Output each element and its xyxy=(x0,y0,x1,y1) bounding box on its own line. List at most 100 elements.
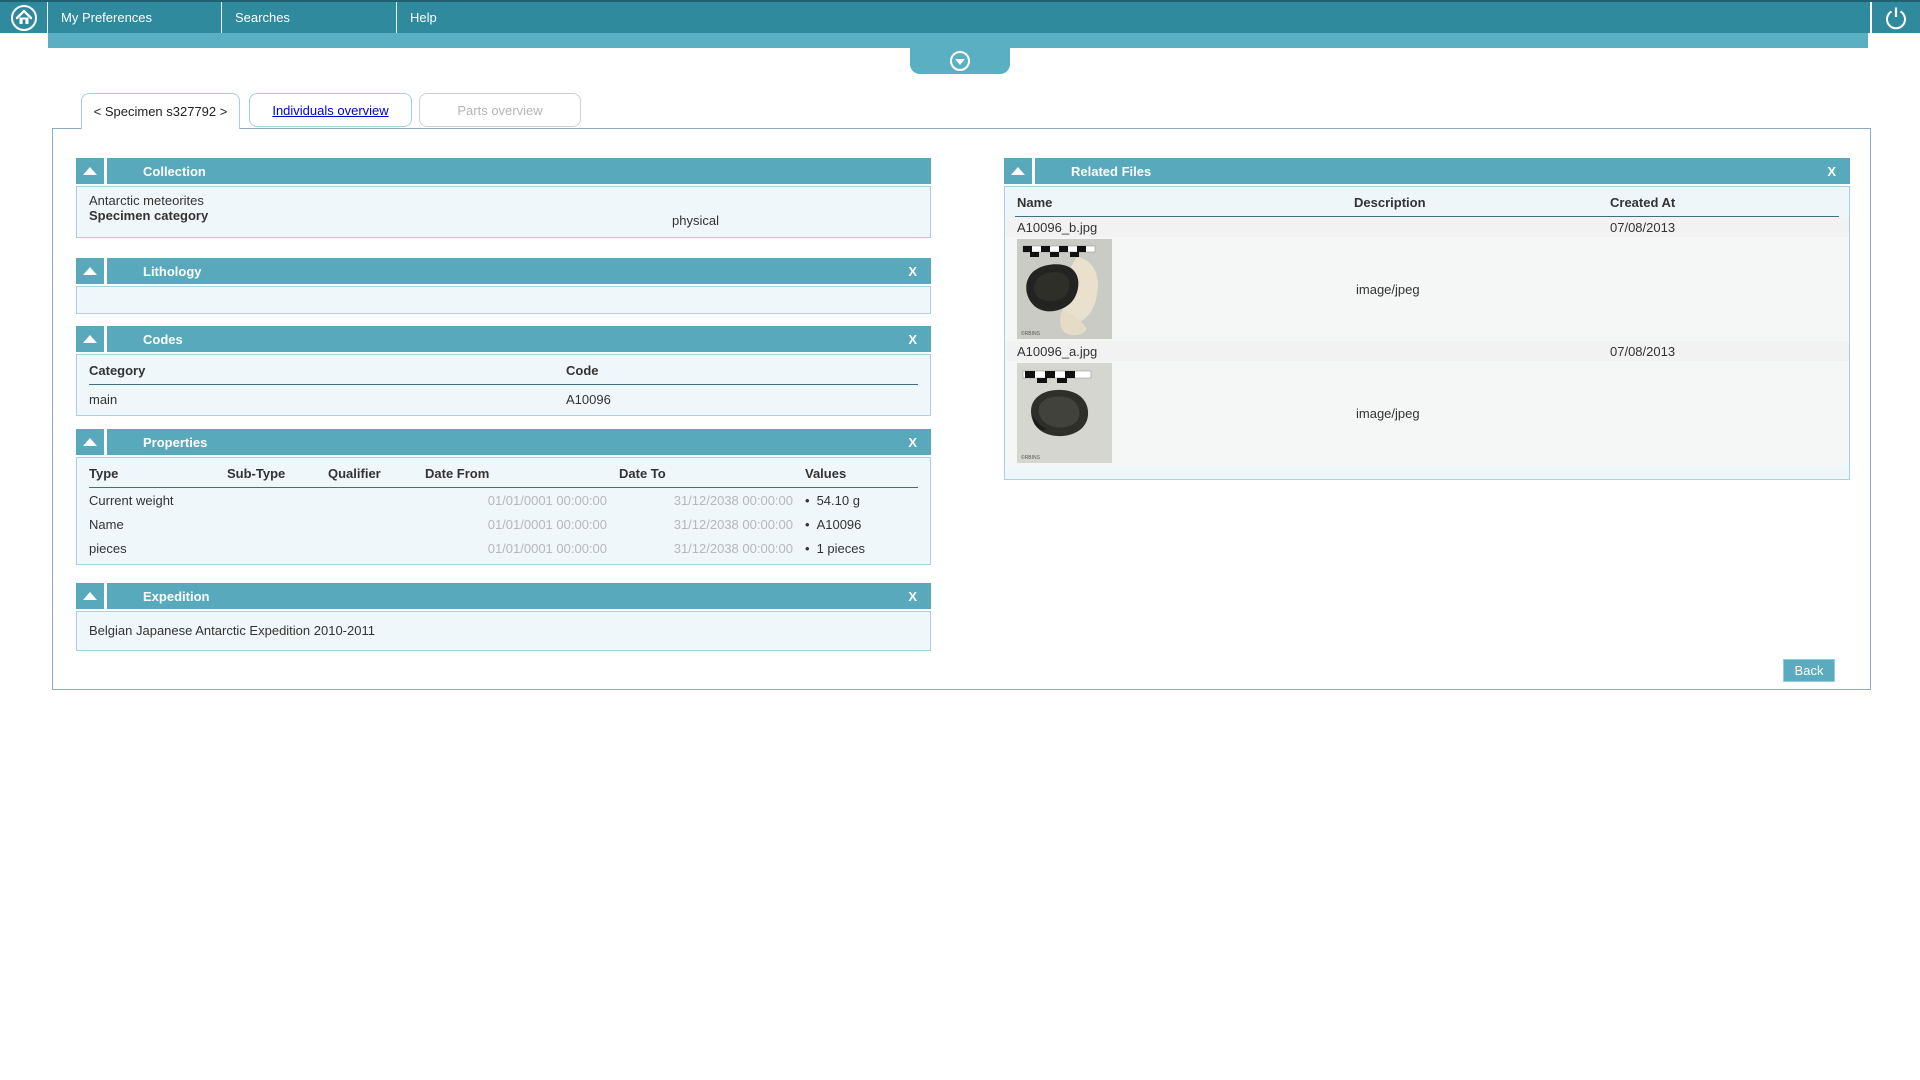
related-files-collapse-button[interactable] xyxy=(1004,158,1035,184)
lithology-title: Lithology xyxy=(143,263,202,279)
collapse-icon xyxy=(83,592,97,600)
lithology-collapse-button[interactable] xyxy=(76,258,107,284)
expedition-title: Expedition xyxy=(143,588,210,604)
specimen-detail-container: Collection Antarctic meteorites Specimen… xyxy=(52,128,1871,690)
collection-panel: Collection Antarctic meteorites Specimen… xyxy=(76,158,931,238)
tab-specimen[interactable]: < Specimen s327792 > xyxy=(81,93,240,129)
chevron-down-icon xyxy=(950,51,970,71)
table-row: pieces 01/01/0001 00:00:00 31/12/2038 00… xyxy=(89,536,918,560)
file-thumbnail[interactable]: ©RBINS xyxy=(1017,363,1112,463)
rf-col-description: Description xyxy=(1354,195,1426,210)
collection-body: Antarctic meteorites Specimen category p… xyxy=(76,186,931,238)
prop-type: pieces xyxy=(89,540,127,556)
collapse-icon xyxy=(83,267,97,275)
collection-name: Antarctic meteorites xyxy=(89,193,204,208)
home-icon xyxy=(10,4,37,31)
properties-close-button[interactable]: X xyxy=(908,435,931,450)
file-created-at: 07/08/2013 xyxy=(1610,343,1676,359)
expedition-panel: Expedition X Belgian Japanese Antarctic … xyxy=(76,583,931,651)
prop-date-to: 31/12/2038 00:00:00 xyxy=(673,516,793,532)
tab-individuals-overview[interactable]: Individuals overview xyxy=(249,93,412,127)
table-row[interactable]: A10096_a.jpg 07/08/2013 xyxy=(1005,341,1849,361)
nav-item-my-preferences[interactable]: My Preferences xyxy=(48,2,222,33)
individuals-overview-link[interactable]: Individuals overview xyxy=(272,103,388,118)
codes-header: Codes X xyxy=(76,326,931,352)
code-value: A10096 xyxy=(566,392,611,407)
expedition-value: Belgian Japanese Antarctic Expedition 20… xyxy=(89,623,375,638)
collapse-icon xyxy=(1011,167,1025,175)
file-name: A10096_a.jpg xyxy=(1017,343,1098,359)
codes-title: Codes xyxy=(143,331,183,347)
codes-collapse-button[interactable] xyxy=(76,326,107,352)
nav-item-searches[interactable]: Searches xyxy=(222,2,397,33)
expedition-collapse-button[interactable] xyxy=(76,583,107,609)
prop-date-from: 01/01/0001 00:00:00 xyxy=(487,516,607,532)
collapse-icon xyxy=(83,335,97,343)
prop-date-from: 01/01/0001 00:00:00 xyxy=(487,492,607,508)
rf-col-name: Name xyxy=(1017,195,1053,210)
related-files-rows: A10096_b.jpg 07/08/2013 ©RBINS image/jpe… xyxy=(1005,217,1849,465)
properties-header: Properties X xyxy=(76,429,931,455)
collection-collapse-button[interactable] xyxy=(76,158,107,184)
codes-col-code: Code xyxy=(566,363,599,378)
related-files-body: Name Description Created At A10096_b.jpg… xyxy=(1004,186,1850,480)
lithology-close-button[interactable]: X xyxy=(908,264,931,279)
lithology-panel: Lithology X xyxy=(76,258,931,314)
file-created-at: 07/08/2013 xyxy=(1610,219,1676,235)
back-button[interactable]: Back xyxy=(1783,659,1835,682)
properties-collapse-button[interactable] xyxy=(76,429,107,455)
top-navbar: My Preferences Searches Help xyxy=(0,0,1920,33)
prop-date-from: 01/01/0001 00:00:00 xyxy=(487,540,607,556)
collapse-icon xyxy=(83,167,97,175)
table-row: Name 01/01/0001 00:00:00 31/12/2038 00:0… xyxy=(89,512,918,536)
related-files-panel: Related Files X Name Description Created… xyxy=(1004,158,1850,480)
nav-substrip xyxy=(48,33,1868,48)
properties-table-header: Type Sub-Type Qualifier Date From Date T… xyxy=(89,462,918,488)
file-description: image/jpeg xyxy=(1356,405,1420,421)
expedition-close-button[interactable]: X xyxy=(908,589,931,604)
codes-table-header: Category Code xyxy=(89,359,918,385)
codes-close-button[interactable]: X xyxy=(908,332,931,347)
properties-body: Type Sub-Type Qualifier Date From Date T… xyxy=(76,457,931,565)
props-col-qualifier: Qualifier xyxy=(328,466,381,481)
nav-item-help[interactable]: Help xyxy=(397,2,573,33)
props-col-type: Type xyxy=(89,466,119,481)
home-button[interactable] xyxy=(0,2,48,33)
lithology-body xyxy=(76,286,931,314)
props-col-dateto: Date To xyxy=(619,466,666,481)
navbar-spacer xyxy=(573,2,1870,33)
expedition-body: Belgian Japanese Antarctic Expedition 20… xyxy=(76,611,931,651)
tab-parts-overview: Parts overview xyxy=(419,93,581,127)
code-category-value: main xyxy=(89,392,118,407)
power-icon xyxy=(1886,7,1906,29)
specimen-category-value: physical xyxy=(672,213,719,228)
prop-type: Current weight xyxy=(89,492,174,508)
props-col-values: Values xyxy=(805,466,847,481)
collection-header: Collection xyxy=(76,158,931,184)
related-files-table-header: Name Description Created At xyxy=(1005,187,1849,217)
collection-title: Collection xyxy=(143,163,206,179)
props-col-datefrom: Date From xyxy=(425,466,490,481)
codes-panel: Codes X Category Code main A10096 xyxy=(76,326,931,416)
file-thumbnail[interactable]: ©RBINS xyxy=(1017,239,1112,339)
logout-button[interactable] xyxy=(1870,2,1920,33)
prop-value: A10096 xyxy=(805,517,918,532)
lithology-header: Lithology X xyxy=(76,258,931,284)
codes-body: Category Code main A10096 xyxy=(76,354,931,416)
prop-value: 54.10 g xyxy=(805,493,918,508)
codes-col-category: Category xyxy=(89,363,146,378)
specimen-category-label: Specimen category xyxy=(89,208,209,223)
menu-expand-tab[interactable] xyxy=(910,48,1010,74)
properties-title: Properties xyxy=(143,434,208,450)
file-name: A10096_b.jpg xyxy=(1017,219,1098,235)
related-files-title: Related Files xyxy=(1071,163,1152,179)
thumbnail-watermark: ©RBINS xyxy=(1021,454,1041,461)
table-row[interactable]: A10096_b.jpg 07/08/2013 xyxy=(1005,217,1849,237)
related-files-header: Related Files X xyxy=(1004,158,1850,184)
prop-date-to: 31/12/2038 00:00:00 xyxy=(673,540,793,556)
related-files-close-button[interactable]: X xyxy=(1827,164,1850,179)
table-row: Current weight 01/01/0001 00:00:00 31/12… xyxy=(89,488,918,512)
table-row: main A10096 xyxy=(89,385,918,407)
thumbnail-watermark: ©RBINS xyxy=(1021,330,1041,337)
prop-date-to: 31/12/2038 00:00:00 xyxy=(673,492,793,508)
